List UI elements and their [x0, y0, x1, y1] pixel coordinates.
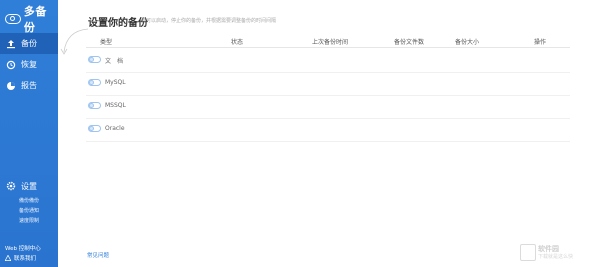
cloud-icon [5, 14, 21, 24]
contact-label: 联系我们 [14, 256, 37, 262]
nav-item-restore[interactable]: 恢复 [0, 54, 58, 75]
column-header-last-time: 上次备份时间 [312, 39, 349, 46]
column-header-file-count: 备份文件数 [394, 39, 425, 46]
app-logo[interactable]: 多备份 [5, 5, 58, 34]
table-row: MSSQL [86, 96, 570, 119]
toggle-knob [89, 57, 94, 62]
table-header: 类型 状态 上次备份时间 备份文件数 备份大小 操作 [86, 34, 570, 48]
table-row: 文 档 [86, 50, 570, 73]
watermark: 软件园 下载就是这么快 [520, 242, 598, 262]
app-name: 多备份 [23, 5, 47, 34]
contact-link[interactable]: 联系我们 [4, 254, 37, 262]
settings-header[interactable]: 设置 [0, 180, 58, 192]
nav-label: 恢复 [21, 60, 37, 69]
row-type: MySQL [105, 79, 126, 86]
toggle-knob [89, 126, 94, 131]
backup-toggle[interactable] [88, 79, 101, 86]
report-icon [6, 81, 16, 91]
settings-item-speed[interactable]: 速度限制 [19, 216, 58, 226]
settings-label: 设置 [21, 181, 37, 191]
gear-icon [6, 181, 16, 191]
settings-item-backup[interactable]: 備份備份 [19, 196, 58, 206]
sidebar: 多备份 备份 恢复 报告 设置 備份備份 备份通知 速度限制 Web 控制中心 [0, 0, 58, 267]
backup-toggle[interactable] [88, 125, 101, 132]
watermark-logo-icon [520, 244, 536, 261]
row-type: Oracle [105, 125, 125, 132]
column-header-size: 备份大小 [455, 39, 480, 46]
faq-link[interactable]: 常见问题 [87, 251, 109, 259]
column-header-actions: 操作 [534, 39, 547, 46]
table-row: MySQL [86, 73, 570, 96]
upload-icon [6, 39, 16, 49]
page-subtitle: 你可以启动，停止你的备份，并根据需要调整备份的时间间隔 [141, 18, 277, 24]
column-header-status: 状态 [231, 39, 244, 46]
restore-icon [6, 60, 16, 70]
page-title: 设置你的备份 [88, 18, 148, 29]
toggle-knob [89, 80, 94, 85]
row-type: 文 档 [105, 58, 124, 65]
nav-label: 报告 [21, 81, 37, 90]
nav-label: 备份 [21, 39, 37, 48]
watermark-line2: 下载就是这么快 [538, 254, 574, 260]
toggle-knob [89, 103, 94, 108]
table-row: Oracle [86, 119, 570, 142]
nav-item-backup[interactable]: 备份 [0, 33, 58, 54]
settings-item-notify[interactable]: 备份通知 [19, 206, 58, 216]
warning-icon [4, 254, 12, 261]
web-console-link[interactable]: Web 控制中心 [5, 244, 41, 252]
column-header-type: 类型 [100, 39, 113, 46]
nav-item-report[interactable]: 报告 [0, 75, 58, 96]
backup-toggle[interactable] [88, 56, 101, 63]
backup-toggle[interactable] [88, 102, 101, 109]
row-type: MSSQL [105, 102, 126, 109]
settings-section: 设置 備份備份 备份通知 速度限制 [0, 180, 58, 226]
